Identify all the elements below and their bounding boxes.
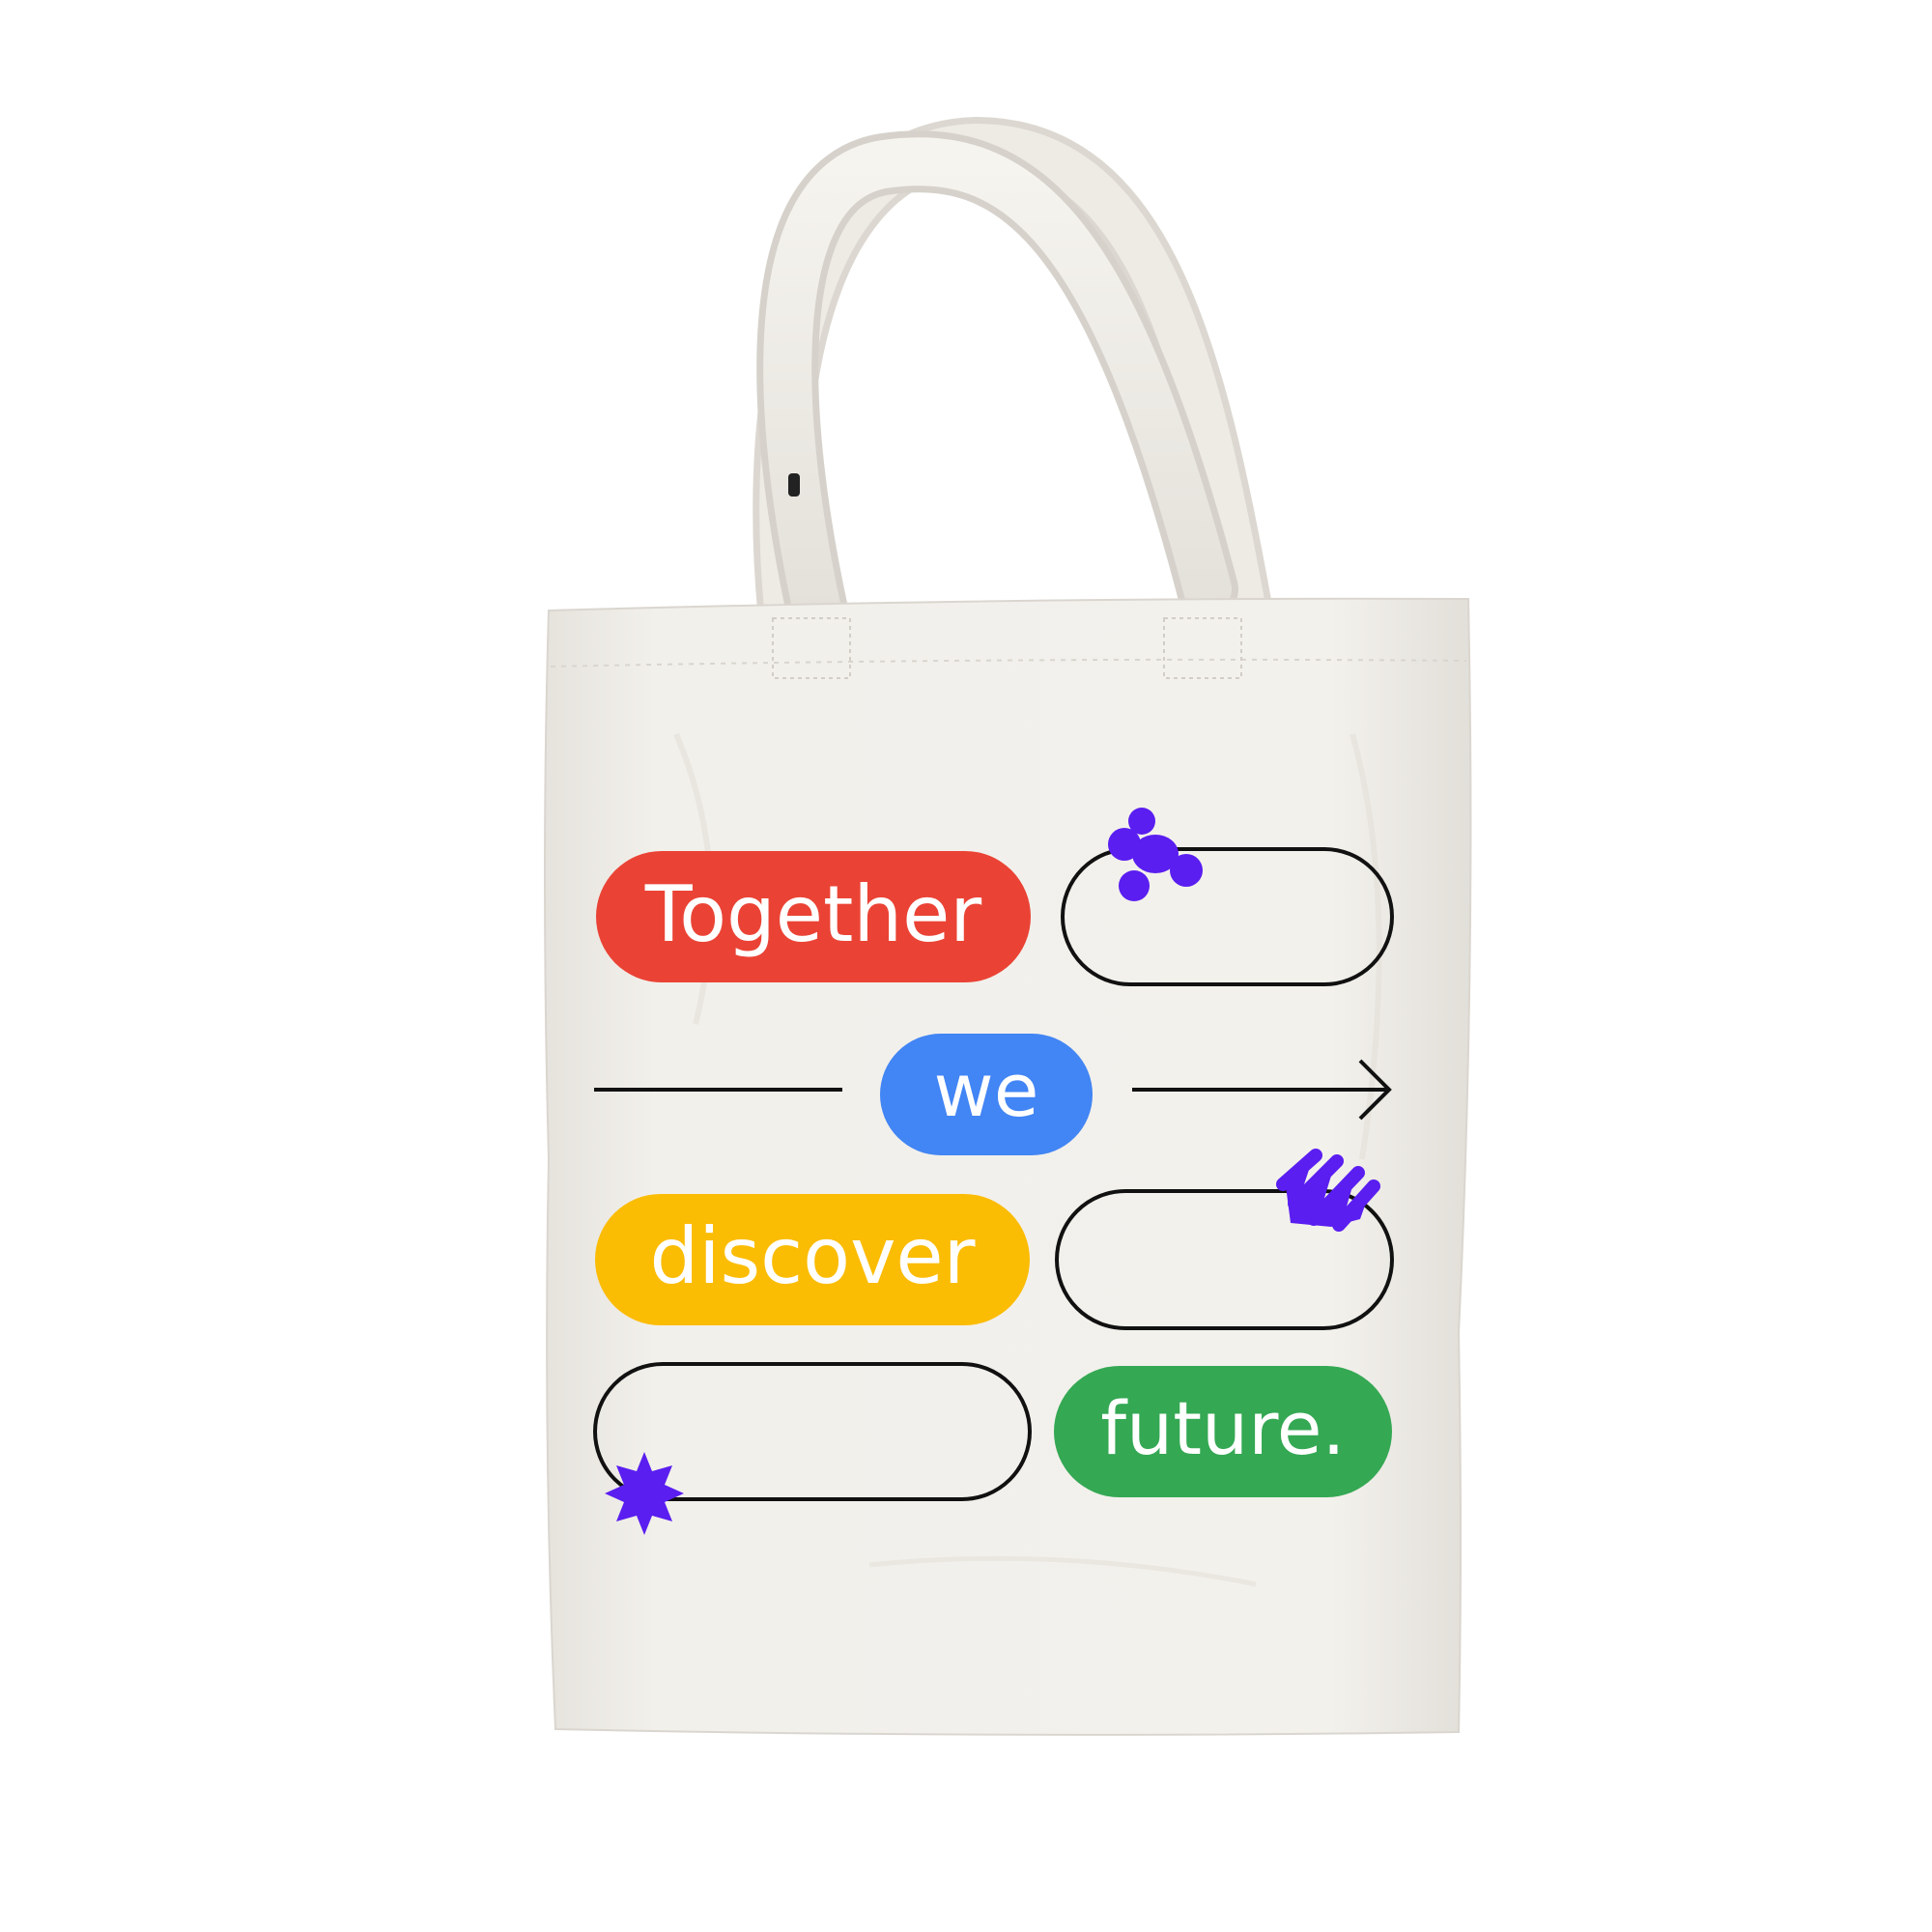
- discover-pill: discover: [595, 1194, 1030, 1325]
- future-word: future.: [1100, 1385, 1345, 1471]
- we-word: we: [934, 1047, 1039, 1133]
- together-pill: Together: [596, 851, 1031, 982]
- discover-word: discover: [649, 1211, 975, 1301]
- handle-tag: [788, 473, 800, 497]
- product-photo: Together we discover future.: [0, 0, 1932, 1932]
- we-pill: we: [880, 1034, 1093, 1155]
- tote-bag: Together we discover future.: [544, 116, 1472, 1736]
- future-pill: future.: [1054, 1366, 1392, 1497]
- together-word: Together: [644, 869, 982, 959]
